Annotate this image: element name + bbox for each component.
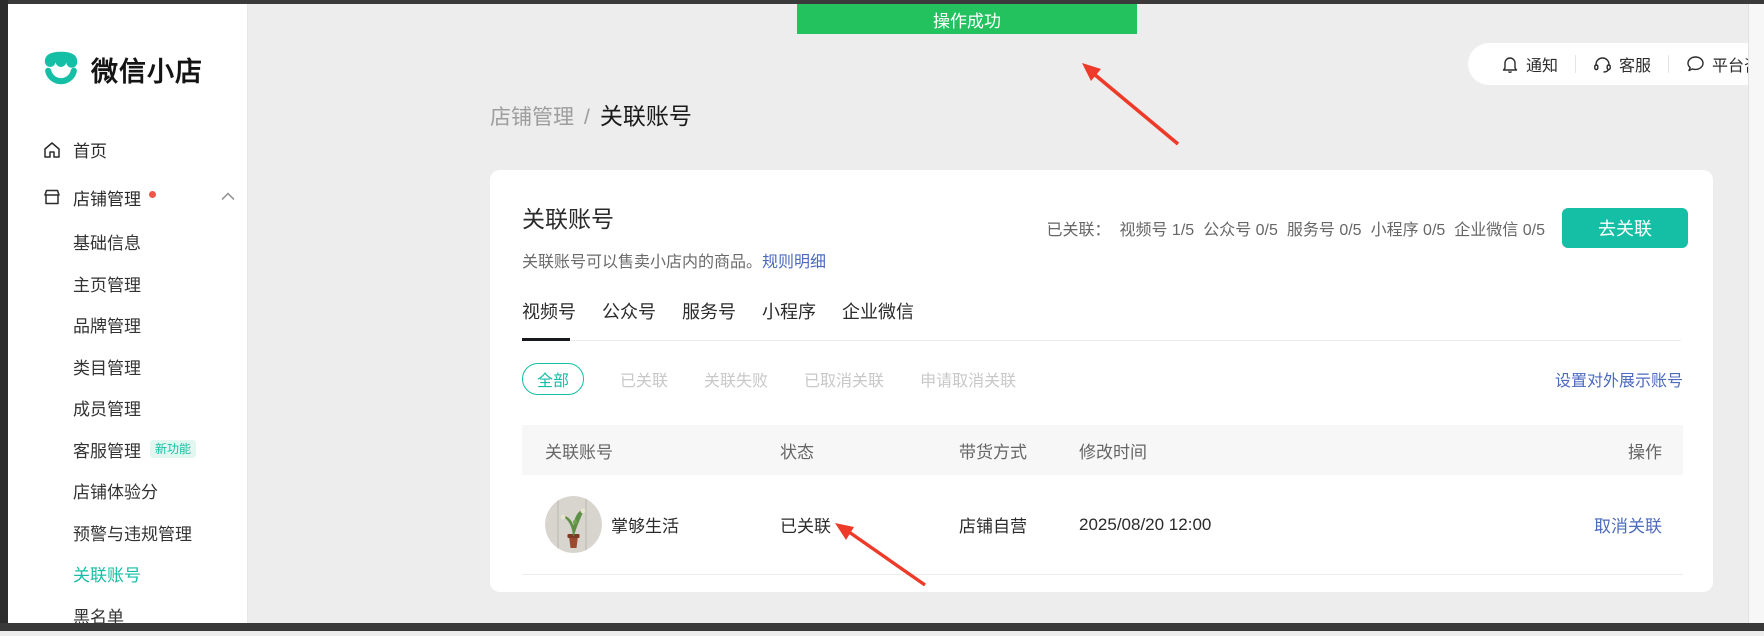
table-row: 掌够生活 已关联 店铺自营 2025/08/20 12:00 取消关联 <box>522 475 1683 575</box>
sidebar-item-label: 成员管理 <box>73 395 141 420</box>
chat-bubble-icon <box>1686 55 1705 73</box>
storefront-icon <box>42 187 62 207</box>
window-frame-left <box>0 0 8 631</box>
go-link-button[interactable]: 去关联 <box>1562 208 1688 248</box>
sidebar-item-home[interactable]: 首页 <box>8 126 247 173</box>
sidebar-group-shop-management[interactable]: 店铺管理 <box>8 173 247 221</box>
filter-linked[interactable]: 已关联 <box>620 367 668 391</box>
column-modified-time: 修改时间 <box>1079 438 1583 463</box>
account-type-tabs: 视频号 公众号 服务号 小程序 企业微信 <box>522 298 1681 341</box>
breadcrumb-separator: / <box>584 106 590 130</box>
panel-header-right: 已关联： 视频号 1/5 公众号 0/5 服务号 0/5 小程序 0/5 企业微… <box>1046 208 1688 248</box>
rules-detail-link[interactable]: 规则明细 <box>762 254 826 271</box>
sidebar: 微信小店 首页 店铺管理 基础信息 主页管理 品牌管理 类目管理 成员管理 客服… <box>8 4 248 623</box>
sidebar-item-label: 类目管理 <box>73 354 141 379</box>
sidebar-item-category[interactable]: 类目管理 <box>8 346 247 388</box>
panel-header: 关联账号 关联账号可以售卖小店内的商品。规则明细 已关联： 视频号 1/5 公众… <box>490 170 1713 272</box>
sidebar-item-violation-management[interactable]: 预警与违规管理 <box>8 512 247 554</box>
tab-official-account[interactable]: 公众号 <box>602 298 656 340</box>
headset-icon <box>1593 55 1612 74</box>
sidebar-item-customer-service[interactable]: 客服管理 新功能 <box>8 429 247 471</box>
customer-service-button[interactable]: 客服 <box>1576 52 1668 76</box>
page-scrollbar[interactable] <box>1748 4 1764 623</box>
filter-all[interactable]: 全部 <box>522 363 584 395</box>
sidebar-item-label: 预警与违规管理 <box>73 520 192 545</box>
toast-message: 操作成功 <box>933 7 1001 32</box>
column-status: 状态 <box>780 438 959 463</box>
stats-mini-program: 小程序 0/5 <box>1371 216 1446 240</box>
sidebar-item-basic-info[interactable]: 基础信息 <box>8 221 247 263</box>
tab-channels-video[interactable]: 视频号 <box>522 298 576 340</box>
stats-label: 已关联： <box>1046 216 1110 240</box>
tab-wecom[interactable]: 企业微信 <box>842 298 914 340</box>
sidebar-item-label: 品牌管理 <box>73 312 141 337</box>
sidebar-nav: 首页 店铺管理 基础信息 主页管理 品牌管理 类目管理 成员管理 客服管理 新功… <box>8 126 247 636</box>
stats-service-account: 服务号 0/5 <box>1287 216 1362 240</box>
notifications-button[interactable]: 通知 <box>1484 52 1575 76</box>
brand-name: 微信小店 <box>91 50 203 89</box>
description-text: 关联账号可以售卖小店内的商品。 <box>522 254 762 271</box>
sidebar-item-label: 首页 <box>73 137 107 162</box>
account-name: 掌够生活 <box>611 512 679 537</box>
home-icon <box>42 140 62 160</box>
chevron-up-icon[interactable] <box>221 192 235 201</box>
column-account: 关联账号 <box>545 438 780 463</box>
stats-channels-video: 视频号 1/5 <box>1119 216 1194 240</box>
column-sales-mode: 带货方式 <box>959 438 1079 463</box>
sidebar-item-label: 客服管理 <box>73 437 141 462</box>
status-filters: 全部 已关联 关联失败 已取消关联 申请取消关联 设置对外展示账号 <box>522 363 1683 395</box>
column-action: 操作 <box>1583 438 1683 463</box>
breadcrumb: 店铺管理 / 关联账号 <box>490 97 692 131</box>
cancel-link-action[interactable]: 取消关联 <box>1594 517 1662 536</box>
window-frame-bottom <box>0 623 1764 631</box>
annotation-arrow-to-toast <box>1082 63 1178 144</box>
sidebar-group-label: 店铺管理 <box>73 185 141 210</box>
brand-logo: 微信小店 <box>42 48 203 91</box>
sidebar-item-brand[interactable]: 品牌管理 <box>8 304 247 346</box>
sidebar-item-label: 关联账号 <box>73 561 141 586</box>
tab-mini-program[interactable]: 小程序 <box>762 298 816 340</box>
filter-cancelled[interactable]: 已取消关联 <box>804 367 884 391</box>
notifications-label: 通知 <box>1526 52 1558 76</box>
account-sales-mode: 店铺自营 <box>959 512 1079 537</box>
linked-accounts-panel: 关联账号 关联账号可以售卖小店内的商品。规则明细 已关联： 视频号 1/5 公众… <box>490 170 1713 592</box>
tab-service-account[interactable]: 服务号 <box>682 298 736 340</box>
sidebar-item-experience-score[interactable]: 店铺体验分 <box>8 470 247 512</box>
linked-accounts-table: 关联账号 状态 带货方式 修改时间 操作 <box>522 425 1683 575</box>
new-feature-badge: 新功能 <box>150 440 196 458</box>
sidebar-item-homepage[interactable]: 主页管理 <box>8 263 247 305</box>
account-avatar <box>545 496 602 553</box>
breadcrumb-current: 关联账号 <box>600 97 692 131</box>
sidebar-item-linked-accounts[interactable]: 关联账号 <box>8 553 247 595</box>
sidebar-item-label: 主页管理 <box>73 271 141 296</box>
topbar-quick-actions: 通知 客服 平台咨询 <box>1468 43 1764 85</box>
account-status: 已关联 <box>780 512 959 537</box>
sidebar-item-label: 店铺体验分 <box>73 478 158 503</box>
shop-logo-icon <box>42 48 80 91</box>
panel-description: 关联账号可以售卖小店内的商品。规则明细 <box>522 248 1683 272</box>
customer-service-label: 客服 <box>1619 52 1651 76</box>
filter-failed[interactable]: 关联失败 <box>704 367 768 391</box>
breadcrumb-parent[interactable]: 店铺管理 <box>490 101 574 131</box>
wechat-shop-admin-page: { "brand": { "name": "微信小店" }, "toast": … <box>0 0 1764 631</box>
notification-dot <box>149 191 156 198</box>
account-modified-time: 2025/08/20 12:00 <box>1079 515 1583 535</box>
stats-wecom: 企业微信 0/5 <box>1454 216 1545 240</box>
success-toast: 操作成功 <box>797 4 1137 34</box>
bell-icon <box>1501 55 1519 74</box>
table-header-row: 关联账号 状态 带货方式 修改时间 操作 <box>522 425 1683 475</box>
display-accounts-link[interactable]: 设置对外展示账号 <box>1555 367 1683 391</box>
sidebar-item-label: 基础信息 <box>73 229 141 254</box>
stats-official-account: 公众号 0/5 <box>1203 216 1278 240</box>
filter-cancel-requested[interactable]: 申请取消关联 <box>920 367 1016 391</box>
linked-stats: 已关联： 视频号 1/5 公众号 0/5 服务号 0/5 小程序 0/5 企业微… <box>1046 216 1545 240</box>
sidebar-item-members[interactable]: 成员管理 <box>8 387 247 429</box>
